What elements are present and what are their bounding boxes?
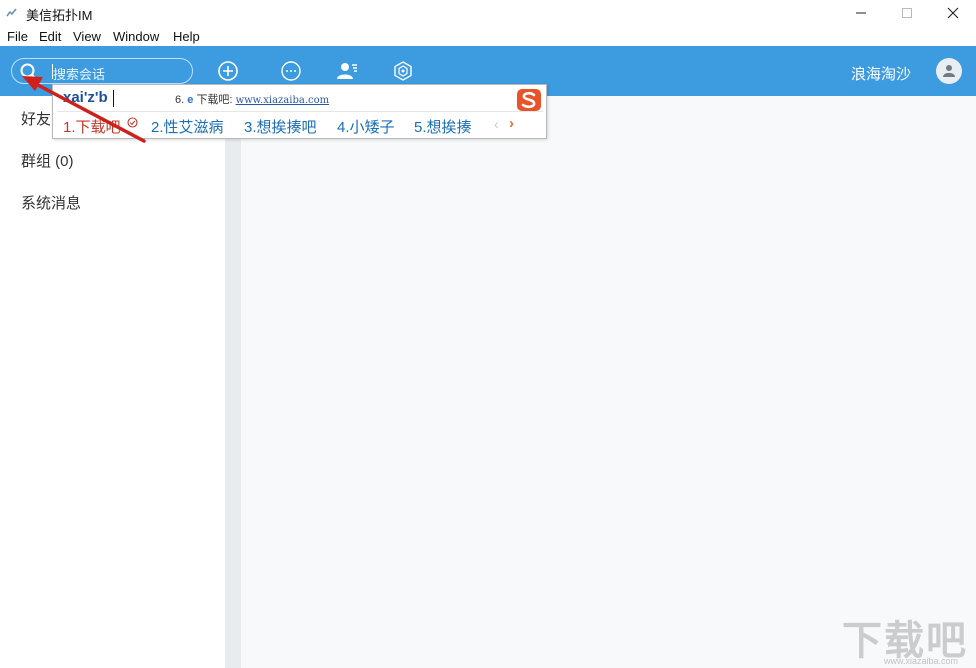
search-input[interactable]: 搜索会话	[11, 58, 193, 84]
ime-hint-label: 下载吧:	[196, 94, 232, 106]
maximize-icon	[901, 7, 913, 19]
menu-file[interactable]: File	[7, 29, 28, 44]
menu-window[interactable]: Window	[113, 29, 159, 44]
sidebar-item-friends[interactable]: 好友	[21, 108, 51, 129]
panel-divider[interactable]	[225, 96, 241, 668]
ime-candidate-5[interactable]: 5.想挨揍	[414, 116, 472, 137]
menu-bar: File Edit View Window Help	[0, 26, 976, 46]
ime-page-next[interactable]: ›	[509, 115, 514, 132]
ime-hint[interactable]: 6. e 下载吧: www.xiazaiba.com	[175, 91, 329, 107]
close-button[interactable]	[930, 0, 976, 26]
network-icon[interactable]	[391, 59, 415, 83]
minimize-button[interactable]	[838, 0, 884, 26]
contacts-icon[interactable]	[335, 59, 359, 83]
sogou-logo-icon	[515, 87, 543, 113]
app-logo-icon	[6, 7, 18, 19]
ime-candidate-3[interactable]: 3.想挨揍吧	[244, 116, 317, 137]
sidebar: 好友 群组 (0) 系统消息	[0, 96, 225, 668]
watermark-url: www.xiazaiba.com	[884, 656, 958, 666]
window-title: 美信拓扑IM	[26, 5, 92, 24]
ie-icon: e	[187, 94, 193, 106]
sidebar-item-groups[interactable]: 群组 (0)	[21, 150, 74, 171]
ime-page-prev[interactable]: ‹	[494, 116, 499, 132]
search-placeholder: 搜索会话	[53, 64, 105, 83]
watermark: 下载吧 www.xiazaiba.com	[838, 604, 976, 668]
user-icon	[943, 64, 955, 78]
ime-candidate-2[interactable]: 2.性艾滋病	[151, 116, 224, 137]
ime-candidate-4[interactable]: 4.小矮子	[337, 116, 395, 137]
menu-help[interactable]: Help	[173, 29, 200, 44]
add-circle-icon[interactable]	[216, 59, 240, 83]
chat-bubble-icon[interactable]	[279, 59, 303, 83]
user-name[interactable]: 浪海淘沙	[851, 63, 911, 84]
ime-composition: xai'z'b	[63, 89, 108, 106]
ime-hint-index: 6.	[175, 94, 184, 106]
verified-badge-icon	[127, 117, 138, 128]
maximize-button[interactable]	[884, 0, 930, 26]
menu-view[interactable]: View	[73, 29, 101, 44]
ime-cursor	[113, 90, 114, 107]
sidebar-item-system-messages[interactable]: 系统消息	[21, 192, 81, 213]
ime-hint-url: www.xiazaiba.com	[236, 95, 330, 106]
search-icon	[19, 62, 39, 82]
avatar[interactable]	[936, 58, 962, 84]
ime-separator	[57, 111, 543, 112]
title-bar: 美信拓扑IM	[0, 0, 976, 26]
minimize-icon	[855, 7, 867, 19]
close-icon	[947, 7, 959, 19]
ime-candidate-1[interactable]: 1.下载吧	[63, 116, 121, 137]
menu-edit[interactable]: Edit	[39, 29, 61, 44]
main-content	[241, 96, 976, 668]
ime-candidate-window: xai'z'b 6. e 下载吧: www.xiazaiba.com 1.下载吧…	[52, 84, 547, 139]
